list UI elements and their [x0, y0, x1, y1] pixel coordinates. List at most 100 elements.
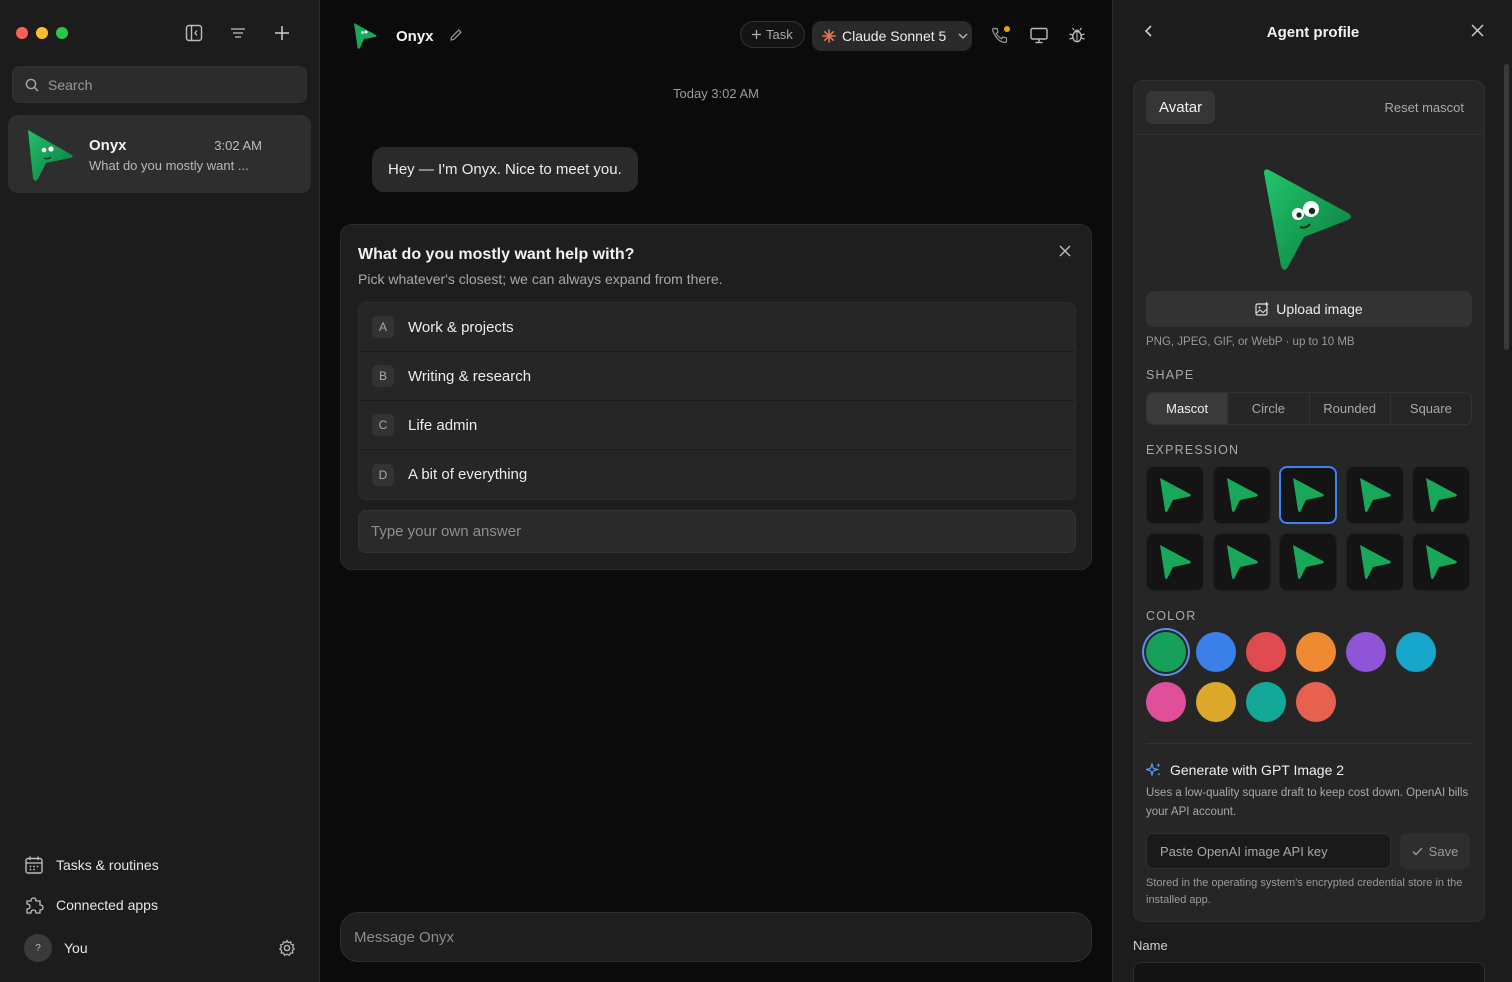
agent-profile-panel: Agent profile Avatar Reset mascot Upload…: [1112, 0, 1512, 982]
shape-option-square[interactable]: Square: [1391, 393, 1471, 424]
onyx-avatar: [28, 130, 73, 181]
sparkle-icon: [1146, 762, 1161, 778]
option-label: Writing & research: [408, 367, 532, 385]
mascot-expression-icon: [1426, 544, 1457, 579]
own-answer-input[interactable]: Type your own answer: [358, 510, 1076, 553]
expression-option-3[interactable]: [1279, 466, 1337, 524]
close-window-button[interactable]: [16, 27, 28, 39]
chat-area: Onyx Task Claude Sonnet 5 Today 3:02 AM …: [320, 0, 1112, 982]
onyx-logo-icon: [354, 23, 377, 49]
chat-title: Onyx: [396, 28, 434, 45]
shape-option-mascot[interactable]: Mascot: [1147, 393, 1229, 424]
expression-option-7[interactable]: [1212, 532, 1271, 591]
user-name: You: [64, 940, 88, 956]
model-selector[interactable]: Claude Sonnet 5: [812, 21, 972, 51]
mascot-expression-icon: [1359, 544, 1391, 579]
answer-option-d[interactable]: D A bit of everything: [359, 450, 1075, 499]
color-swatch-2[interactable]: [1196, 632, 1236, 672]
save-label: Save: [1428, 843, 1459, 859]
expression-option-5[interactable]: [1412, 466, 1470, 524]
user-profile[interactable]: ? You: [24, 934, 304, 962]
expression-option-8[interactable]: [1279, 532, 1337, 591]
add-task-button[interactable]: Task: [740, 21, 805, 48]
shape-section-label: SHAPE: [1146, 368, 1195, 382]
expression-option-10[interactable]: [1412, 532, 1470, 591]
shape-option-circle[interactable]: Circle: [1228, 393, 1310, 424]
color-swatch-3[interactable]: [1246, 632, 1286, 672]
sidebar-toolbar: [183, 22, 293, 44]
mascot-expression-icon: [1226, 544, 1258, 579]
name-field[interactable]: [1133, 962, 1485, 982]
window-controls: [16, 27, 68, 39]
tasks-routines-link[interactable]: Tasks & routines: [24, 855, 304, 875]
answer-option-b[interactable]: B Writing & research: [359, 352, 1075, 401]
image-upload-icon: [1255, 302, 1269, 316]
color-swatch-6[interactable]: [1396, 632, 1436, 672]
edit-pencil-icon[interactable]: [449, 28, 463, 42]
option-key: D: [372, 463, 394, 486]
expression-option-6[interactable]: [1146, 532, 1204, 591]
connected-apps-link[interactable]: Connected apps: [24, 895, 304, 915]
sidebar: Search Onyx 3:02 AM What do you mostly w…: [0, 0, 320, 982]
shape-option-rounded[interactable]: Rounded: [1310, 393, 1391, 424]
color-swatch-8[interactable]: [1196, 682, 1236, 722]
color-swatch-9[interactable]: [1246, 682, 1286, 722]
upload-hint: PNG, JPEG, GIF, or WebP · up to 10 MB: [1146, 336, 1355, 348]
zoom-window-button[interactable]: [56, 27, 68, 39]
minimize-window-button[interactable]: [36, 27, 48, 39]
chevron-down-icon: [958, 33, 968, 39]
tab-avatar[interactable]: Avatar: [1146, 91, 1216, 124]
monitor-icon: [1030, 27, 1048, 43]
color-swatch-7[interactable]: [1146, 682, 1186, 722]
shape-selector: Mascot Circle Rounded Square: [1146, 392, 1472, 425]
section-divider: [1146, 743, 1472, 744]
filter-lines-icon[interactable]: [227, 22, 249, 44]
expression-option-2[interactable]: [1212, 466, 1271, 524]
close-icon[interactable]: [1059, 245, 1071, 257]
calendar-icon: [25, 856, 43, 874]
expression-grid: [1146, 466, 1470, 591]
mascot-expression-icon: [1426, 478, 1457, 513]
search-input[interactable]: Search: [12, 66, 307, 103]
mascot-preview: [1264, 169, 1351, 270]
option-key: A: [372, 316, 394, 338]
close-panel-icon[interactable]: [1471, 24, 1484, 37]
mascot-expression-icon: [1359, 478, 1391, 513]
answer-option-a[interactable]: A Work & projects: [359, 303, 1075, 352]
screen-share-button[interactable]: [1028, 24, 1050, 46]
debug-button[interactable]: [1066, 24, 1088, 46]
upload-image-label: Upload image: [1276, 301, 1363, 317]
upload-image-button[interactable]: Upload image: [1146, 291, 1472, 327]
search-placeholder: Search: [48, 76, 93, 93]
call-button[interactable]: [988, 24, 1010, 46]
model-name: Claude Sonnet 5: [842, 28, 947, 44]
expression-option-1[interactable]: [1146, 466, 1204, 524]
assistant-message: Hey — I'm Onyx. Nice to meet you.: [372, 147, 638, 192]
question-title: What do you mostly want help with?: [358, 246, 635, 263]
question-subtitle: Pick whatever's closest; we can always e…: [358, 271, 723, 287]
bug-icon: [1069, 27, 1085, 43]
avatar-card: Avatar Reset mascot Upload image PNG, JP…: [1133, 80, 1485, 922]
save-api-key-button[interactable]: Save: [1400, 833, 1470, 869]
color-swatch-10[interactable]: [1296, 682, 1336, 722]
toggle-sidebar-icon[interactable]: [183, 22, 205, 44]
expression-option-9[interactable]: [1345, 532, 1404, 591]
color-swatch-1[interactable]: [1146, 632, 1186, 672]
api-key-input[interactable]: Paste OpenAI image API key: [1146, 833, 1391, 869]
check-icon: [1412, 847, 1423, 856]
expression-option-4[interactable]: [1345, 466, 1404, 524]
conversation-item-onyx[interactable]: Onyx 3:02 AM What do you mostly want ...: [8, 115, 311, 193]
mascot-expression-icon: [1293, 478, 1324, 513]
answer-option-c[interactable]: C Life admin: [359, 401, 1075, 450]
message-composer-input[interactable]: Message Onyx: [340, 912, 1092, 962]
mascot-expression-icon: [1293, 544, 1324, 579]
new-chat-plus-icon[interactable]: [271, 22, 293, 44]
tasks-routines-label: Tasks & routines: [56, 857, 159, 873]
color-swatch-4[interactable]: [1296, 632, 1336, 672]
chat-header: Onyx Task Claude Sonnet 5: [320, 18, 1112, 54]
claude-sunburst-icon: [822, 29, 836, 43]
color-swatch-5[interactable]: [1346, 632, 1386, 672]
reset-mascot-button[interactable]: Reset mascot: [1385, 100, 1464, 115]
settings-gear-icon[interactable]: [278, 939, 296, 957]
panel-scrollbar[interactable]: [1504, 64, 1509, 350]
